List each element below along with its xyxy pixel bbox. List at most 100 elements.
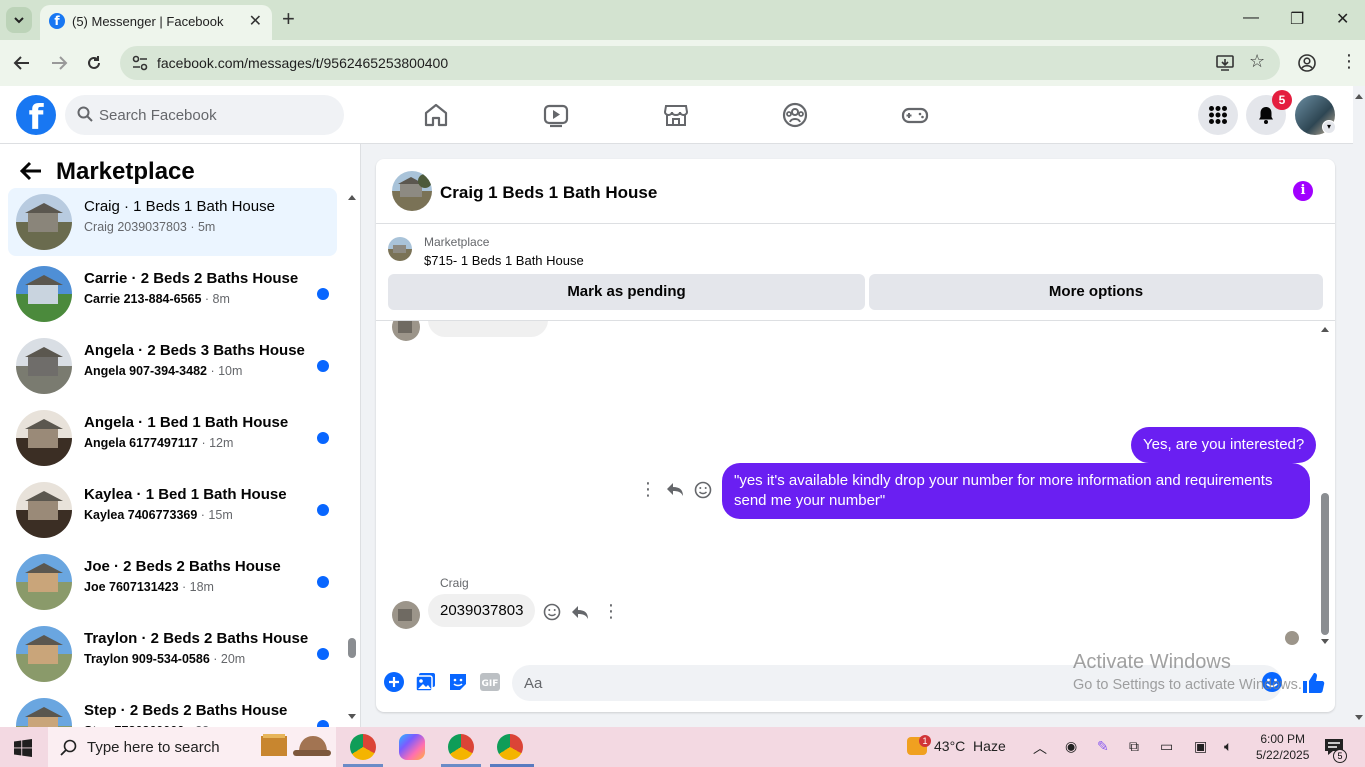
address-bar[interactable]: facebook.com/messages/t/9562465253800400… <box>120 46 1280 80</box>
battery-icon[interactable]: ▭ <box>1160 738 1173 755</box>
outgoing-message[interactable]: "yes it's available kindly drop your num… <box>722 463 1310 519</box>
react-emoji-icon[interactable] <box>543 603 561 621</box>
install-app-icon[interactable] <box>1216 54 1234 72</box>
listing-avatar[interactable] <box>392 171 432 211</box>
tab-search-button[interactable] <box>6 7 32 33</box>
chrome-menu-icon[interactable]: ⋮ <box>1340 51 1358 72</box>
page-scroll-up-icon[interactable] <box>1353 90 1365 102</box>
page-scrollbar[interactable] <box>1353 86 1365 727</box>
conversation-item[interactable]: Traylon · 2 Beds 2 Baths House Traylon 90… <box>8 620 337 688</box>
page-scroll-down-icon[interactable] <box>1353 712 1365 724</box>
conversation-item[interactable]: Kaylea · 1 Bed 1 Bath House Kaylea 740677… <box>8 476 337 544</box>
conversation-preview: Traylon 909-534-0586 · 20m <box>84 652 245 666</box>
clock-time: 6:00 PM <box>1260 732 1306 746</box>
bookmark-star-icon[interactable]: ☆ <box>1249 51 1265 72</box>
conversation-title: Traylon · 2 Beds 2 Baths House <box>84 630 309 647</box>
home-icon[interactable] <box>421 100 451 130</box>
chrome-taskbar-icon[interactable] <box>497 734 523 760</box>
chevron-down-icon[interactable]: ▾ <box>1322 120 1336 134</box>
meet-now-icon[interactable]: ⧉ <box>1129 738 1139 755</box>
reply-icon[interactable] <box>666 481 684 497</box>
chat-title[interactable]: Craig 1 Beds 1 Bath House <box>440 183 657 203</box>
weather-text[interactable]: 43°C Haze <box>934 738 1006 754</box>
conversation-title: Kaylea · 1 Bed 1 Bath House <box>84 486 287 503</box>
volume-icon[interactable]: 🔈︎ <box>1224 738 1232 755</box>
facebook-logo-icon[interactable]: f <box>16 95 56 135</box>
listing-thumbnail <box>16 698 72 727</box>
chrome-taskbar-icon[interactable] <box>350 734 376 760</box>
pen-icon[interactable]: ✎ <box>1097 738 1109 755</box>
more-actions-icon[interactable]: ⋮ <box>639 479 657 500</box>
marketplace-icon[interactable] <box>661 100 691 130</box>
sticker-icon[interactable] <box>447 671 469 693</box>
outgoing-message[interactable]: Yes, are you interested? <box>1131 427 1317 463</box>
more-actions-icon[interactable]: ⋮ <box>602 601 620 622</box>
message-bubble-partial[interactable] <box>428 321 548 337</box>
more-options-button[interactable]: More options <box>869 274 1323 310</box>
sender-avatar[interactable] <box>392 601 420 629</box>
facebook-favicon-icon: f <box>49 13 65 29</box>
groups-icon[interactable] <box>780 100 810 130</box>
back-arrow-icon[interactable] <box>20 161 42 181</box>
menu-grid-button[interactable] <box>1198 95 1238 135</box>
chat-scroll-thumb[interactable] <box>1321 493 1329 635</box>
sender-avatar[interactable] <box>392 321 420 341</box>
forward-icon[interactable] <box>50 54 68 72</box>
chrome-taskbar-icon[interactable] <box>448 734 474 760</box>
conversation-item[interactable]: Craig · 1 Beds 1 Bath House Craig 2039037… <box>8 188 337 256</box>
unread-dot-icon <box>317 360 329 372</box>
unread-dot-icon <box>317 720 329 727</box>
windows-start-icon[interactable] <box>14 739 32 757</box>
conversation-sub: Angela 6177497117 <box>84 436 198 450</box>
mark-as-pending-button[interactable]: Mark as pending <box>388 274 865 310</box>
clock[interactable]: 6:00 PM 5/22/2025 <box>1256 731 1309 763</box>
search-highlight-icon[interactable] <box>259 730 333 764</box>
like-thumbs-up-icon[interactable] <box>1301 671 1325 695</box>
reply-icon[interactable] <box>571 604 589 620</box>
search-input[interactable] <box>99 95 334 135</box>
browser-toolbar: facebook.com/messages/t/9562465253800400… <box>0 40 1365 86</box>
listing-thumbnail <box>16 266 72 322</box>
conversation-preview: Angela 6177497117 · 12m <box>84 436 233 450</box>
listing-thumbnail[interactable] <box>388 237 412 261</box>
restore-icon[interactable]: ❐ <box>1290 9 1304 29</box>
plus-circle-icon[interactable] <box>383 671 405 693</box>
minimize-icon[interactable]: — <box>1243 9 1259 27</box>
browser-tab[interactable]: f (5) Messenger | Facebook ✕ <box>40 5 272 40</box>
conversation-item[interactable]: Step · 2 Beds 2 Baths HouseStep 77262600… <box>8 692 337 727</box>
site-info-icon[interactable] <box>131 54 149 72</box>
listing-thumbnail <box>16 554 72 610</box>
chat-scroll-down-icon[interactable] <box>1320 638 1330 646</box>
conversation-title: Carrie · 2 Beds 2 Baths House <box>84 270 299 287</box>
chat-scroll-up-icon[interactable] <box>1320 325 1330 333</box>
sidebar-scroll-thumb[interactable] <box>348 638 356 658</box>
facebook-search[interactable] <box>65 95 344 135</box>
back-icon[interactable] <box>13 54 31 72</box>
copilot-taskbar-icon[interactable] <box>399 734 425 760</box>
chevron-down-icon <box>14 17 24 24</box>
conversation-item[interactable]: Joe · 2 Beds 2 Baths House Joe 7607131423… <box>8 548 337 616</box>
bell-icon <box>1259 107 1273 124</box>
new-tab-button[interactable]: + <box>282 8 295 30</box>
chrome-profile-icon[interactable] <box>1298 54 1316 72</box>
close-tab-icon[interactable]: ✕ <box>249 11 262 31</box>
gaming-icon[interactable] <box>900 100 930 130</box>
listing-price[interactable]: $715- 1 Beds 1 Bath House <box>424 253 584 268</box>
record-icon[interactable]: ◉ <box>1065 738 1077 755</box>
conversation-item[interactable]: Carrie · 2 Beds 2 Baths House Carrie 213-… <box>8 260 337 328</box>
search-icon <box>60 739 77 756</box>
taskbar-search[interactable]: Type here to search <box>48 727 336 767</box>
window-close-icon[interactable]: ✕ <box>1336 9 1349 29</box>
react-emoji-icon[interactable] <box>694 481 712 499</box>
photo-icon[interactable] <box>415 671 437 693</box>
chat-panel: Craig 1 Beds 1 Bath House i Marketplace … <box>376 159 1335 712</box>
info-icon[interactable]: i <box>1293 181 1313 201</box>
video-icon[interactable] <box>541 100 571 130</box>
reload-icon[interactable] <box>85 54 103 72</box>
network-icon[interactable]: ▣ <box>1194 738 1207 755</box>
conversation-item[interactable]: Angela · 1 Bed 1 Bath House Angela 617749… <box>8 404 337 472</box>
conversation-item[interactable]: Angela · 2 Beds 3 Baths House Angela 907-… <box>8 332 337 400</box>
gif-icon[interactable]: GIF <box>479 671 501 693</box>
show-hidden-icons-icon[interactable]: ︿ <box>1033 738 1047 758</box>
incoming-message[interactable]: 2039037803 <box>428 594 536 627</box>
